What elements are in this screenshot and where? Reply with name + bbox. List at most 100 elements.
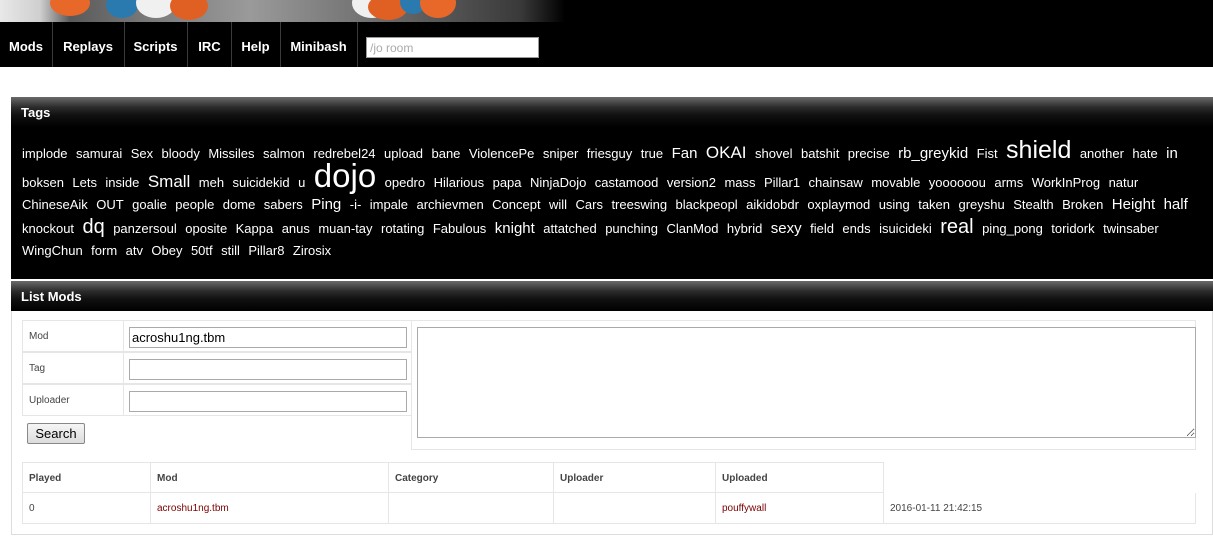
tag-link[interactable]: hate bbox=[1132, 146, 1157, 161]
tag-link[interactable]: field bbox=[810, 221, 834, 236]
tag-link[interactable]: taken bbox=[918, 197, 950, 212]
tag-link[interactable]: will bbox=[549, 197, 567, 212]
tag-link[interactable]: Cars bbox=[576, 197, 603, 212]
tag-link[interactable]: toridork bbox=[1051, 221, 1094, 236]
tag-link[interactable]: meh bbox=[199, 175, 224, 190]
tag-link[interactable]: sabers bbox=[264, 197, 303, 212]
tag-link[interactable]: mass bbox=[724, 175, 755, 190]
tag-link[interactable]: isuicideki bbox=[879, 221, 932, 236]
uploader-input[interactable] bbox=[129, 391, 407, 412]
tag-link[interactable]: muan-tay bbox=[318, 221, 372, 236]
tag-link[interactable]: ClanMod bbox=[666, 221, 718, 236]
tag-link[interactable]: punching bbox=[605, 221, 658, 236]
tag-link[interactable]: suicidekid bbox=[233, 175, 290, 190]
tag-link[interactable]: upload bbox=[384, 146, 423, 161]
tag-link[interactable]: Pillar8 bbox=[248, 243, 284, 258]
tag-link[interactable]: Ping bbox=[311, 196, 341, 213]
table-cell-uploaded-link[interactable]: pouffywall bbox=[715, 493, 883, 524]
tag-link[interactable]: movable bbox=[871, 175, 920, 190]
tag-link[interactable]: papa bbox=[493, 175, 522, 190]
tag-link[interactable]: anus bbox=[282, 221, 310, 236]
mod-input[interactable] bbox=[129, 327, 407, 348]
tag-link[interactable]: knight bbox=[495, 220, 535, 237]
tag-link[interactable]: friesguy bbox=[587, 146, 633, 161]
tag-link[interactable]: aikidobdr bbox=[746, 197, 799, 212]
column-header-category[interactable]: Category bbox=[388, 462, 553, 493]
nav-scripts[interactable]: Scripts bbox=[125, 22, 186, 67]
tag-link[interactable]: another bbox=[1080, 146, 1124, 161]
tag-link[interactable]: goalie bbox=[132, 197, 167, 212]
jo-room-input[interactable] bbox=[366, 37, 539, 58]
tag-link[interactable]: dome bbox=[223, 197, 256, 212]
nav-minibash[interactable]: Minibash bbox=[281, 22, 356, 67]
tag-link[interactable]: sniper bbox=[543, 146, 578, 161]
tag-link[interactable]: Broken bbox=[1062, 197, 1103, 212]
tag-link[interactable]: Lets bbox=[72, 175, 97, 190]
tag-link[interactable]: precise bbox=[848, 146, 890, 161]
tag-link[interactable]: Small bbox=[148, 172, 191, 191]
tag-link[interactable]: ping_pong bbox=[982, 221, 1043, 236]
tag-link[interactable]: opedro bbox=[385, 175, 425, 190]
table-cell-mod-link[interactable]: acroshu1ng.tbm bbox=[150, 493, 388, 524]
tag-link[interactable]: boksen bbox=[22, 175, 64, 190]
tag-link[interactable]: hybrid bbox=[727, 221, 762, 236]
tag-link[interactable]: Obey bbox=[151, 243, 182, 258]
tag-link[interactable]: Fabulous bbox=[433, 221, 486, 236]
tag-link[interactable]: Kappa bbox=[236, 221, 274, 236]
tag-link[interactable]: 50tf bbox=[191, 243, 213, 258]
tag-link[interactable]: OUT bbox=[96, 197, 123, 212]
tag-link[interactable]: oposite bbox=[185, 221, 227, 236]
column-header-uploaded[interactable]: Uploaded bbox=[715, 462, 884, 493]
tag-link[interactable]: real bbox=[940, 216, 973, 238]
tag-link[interactable]: in bbox=[1166, 145, 1178, 162]
tag-link[interactable]: panzersoul bbox=[113, 221, 177, 236]
mod-description-textarea[interactable] bbox=[417, 327, 1196, 438]
tag-link[interactable]: ViolencePe bbox=[469, 146, 535, 161]
tag-link[interactable]: atv bbox=[126, 243, 143, 258]
tag-link[interactable]: Zirosix bbox=[293, 243, 331, 258]
tag-link[interactable]: Missiles bbox=[208, 146, 254, 161]
tag-link[interactable]: version2 bbox=[667, 175, 716, 190]
nav-irc[interactable]: IRC bbox=[188, 22, 231, 67]
tag-link[interactable]: castamood bbox=[595, 175, 659, 190]
tag-link[interactable]: rb_greykid bbox=[898, 145, 968, 162]
tag-link[interactable]: Height bbox=[1112, 196, 1155, 213]
tag-link[interactable]: oxplaymod bbox=[807, 197, 870, 212]
tag-link[interactable]: batshit bbox=[801, 146, 839, 161]
nav-help[interactable]: Help bbox=[232, 22, 279, 67]
tag-link[interactable]: bane bbox=[431, 146, 460, 161]
tag-link[interactable]: NinjaDojo bbox=[530, 175, 586, 190]
tag-link[interactable]: attatched bbox=[543, 221, 597, 236]
tag-link[interactable]: yoooooou bbox=[929, 175, 986, 190]
column-header-mod[interactable]: Mod bbox=[150, 462, 388, 493]
tag-link[interactable]: samurai bbox=[76, 146, 122, 161]
tag-link[interactable]: rotating bbox=[381, 221, 424, 236]
tag-link[interactable]: greyshu bbox=[958, 197, 1004, 212]
tag-link[interactable]: true bbox=[641, 146, 663, 161]
tag-input[interactable] bbox=[129, 359, 407, 380]
tag-link[interactable]: Pillar1 bbox=[764, 175, 800, 190]
tag-link[interactable]: inside bbox=[105, 175, 139, 190]
tag-link[interactable]: -i- bbox=[350, 197, 362, 212]
tag-link[interactable]: Sex bbox=[131, 146, 153, 161]
tag-link[interactable]: half bbox=[1164, 196, 1188, 213]
column-header-played[interactable]: Played bbox=[22, 462, 150, 493]
tag-link[interactable]: u bbox=[298, 175, 305, 190]
tag-link[interactable]: treeswing bbox=[611, 197, 667, 212]
tag-link[interactable]: shield bbox=[1006, 136, 1071, 164]
column-header-uploader[interactable]: Uploader bbox=[553, 462, 715, 493]
tag-link[interactable]: dojo bbox=[314, 157, 376, 194]
tag-link[interactable]: dq bbox=[83, 216, 105, 238]
tag-link[interactable]: natur bbox=[1109, 175, 1139, 190]
tag-link[interactable]: impale bbox=[370, 197, 408, 212]
tag-link[interactable]: twinsaber bbox=[1103, 221, 1159, 236]
tag-link[interactable]: knockout bbox=[22, 221, 74, 236]
tag-link[interactable]: archievmen bbox=[416, 197, 483, 212]
tag-link[interactable]: still bbox=[221, 243, 240, 258]
tag-link[interactable]: Fan bbox=[672, 145, 698, 162]
tag-link[interactable]: bloody bbox=[162, 146, 200, 161]
nav-mods[interactable]: Mods bbox=[0, 22, 52, 67]
tag-link[interactable]: OKAI bbox=[706, 143, 747, 162]
tag-link[interactable]: people bbox=[175, 197, 214, 212]
search-button[interactable]: Search bbox=[27, 423, 85, 444]
